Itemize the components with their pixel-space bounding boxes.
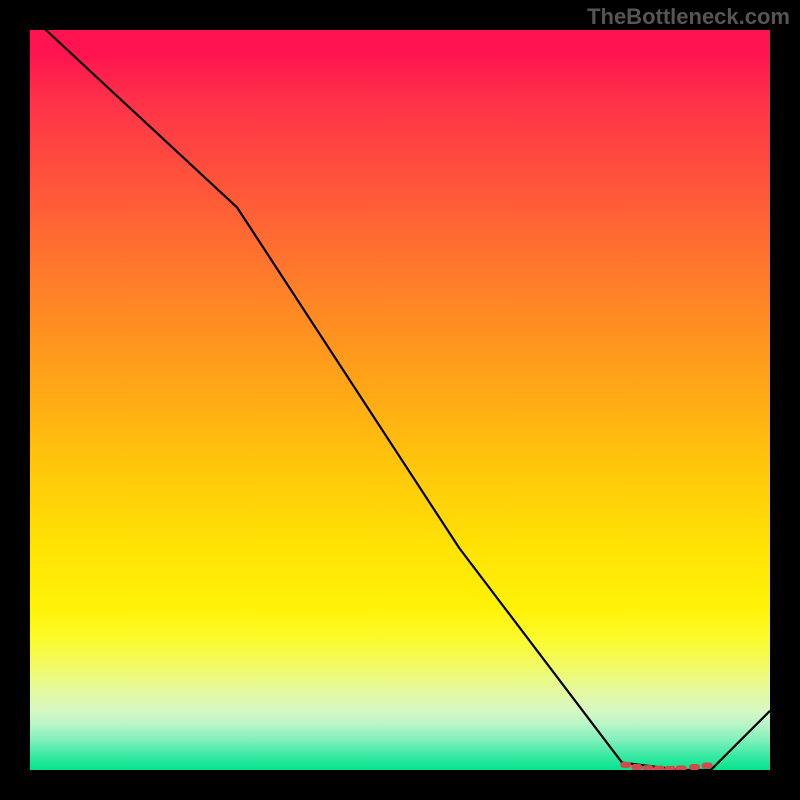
chart-plot-area: [30, 30, 770, 770]
chart-svg: [30, 30, 770, 770]
watermark-text: TheBottleneck.com: [587, 4, 790, 30]
chart-line: [30, 30, 770, 770]
